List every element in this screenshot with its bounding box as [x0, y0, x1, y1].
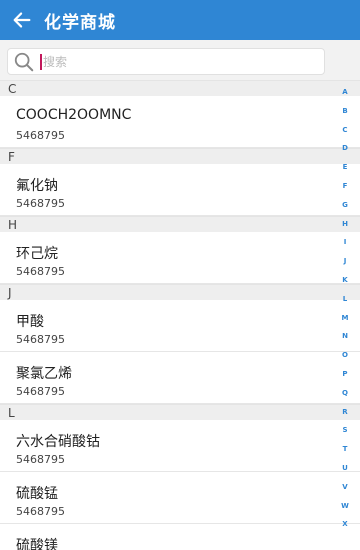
item-code: 5468795 — [16, 129, 65, 142]
list-item[interactable]: 聚氯乙烯 5468795 — [0, 352, 360, 404]
index-letter-r[interactable]: R — [339, 408, 351, 416]
list-item[interactable]: 六水合硝酸钴 5468795 — [0, 420, 360, 472]
item-name: COOCH2OOMNC — [16, 107, 132, 123]
item-code: 5468795 — [16, 505, 65, 518]
index-letter-j[interactable]: J — [339, 257, 351, 265]
index-letter-d[interactable]: D — [339, 144, 351, 152]
alphabet-index-bar[interactable]: A B C D E F G H I J K L M N O P Q R S T U V W X — [334, 88, 360, 550]
index-letter-u[interactable]: U — [339, 464, 351, 472]
index-letter-k[interactable]: K — [339, 276, 351, 284]
index-letter-q[interactable]: Q — [339, 389, 351, 397]
index-letter-o[interactable]: O — [339, 351, 351, 359]
index-letter-h[interactable]: H — [339, 220, 351, 228]
item-code: 5468795 — [16, 333, 65, 346]
index-letter-n[interactable]: N — [339, 332, 351, 340]
index-letter-m[interactable]: M — [339, 314, 351, 322]
list-item[interactable]: 硫酸锰 5468795 — [0, 472, 360, 524]
index-letter-b[interactable]: B — [339, 107, 351, 115]
item-name: 甲酸 — [16, 314, 44, 330]
index-letter-l[interactable]: L — [339, 295, 351, 303]
index-letter-w[interactable]: W — [339, 502, 351, 510]
list-item[interactable]: 氟化钠 5468795 — [0, 164, 360, 216]
app-header: 化学商城 — [0, 0, 360, 40]
index-letter-g[interactable]: G — [339, 201, 351, 209]
item-code: 5468795 — [16, 385, 65, 398]
index-letter-s[interactable]: S — [339, 426, 351, 434]
section-header-j: J — [0, 284, 360, 300]
search-input[interactable] — [43, 49, 283, 74]
list-item[interactable]: 环己烷 5468795 — [0, 232, 360, 284]
index-letter-e[interactable]: E — [339, 163, 351, 171]
list-item[interactable]: 硫酸镁 5468795 — [0, 524, 360, 550]
index-letter-f[interactable]: F — [339, 182, 351, 190]
section-header-l: L — [0, 404, 360, 420]
item-name: 六水合硝酸钴 — [16, 434, 100, 450]
section-header-c: C — [0, 80, 360, 96]
chemical-list[interactable]: C COOCH2OOMNC 5468795 F 氟化钠 5468795 H 环己… — [0, 80, 360, 550]
index-letter-a[interactable]: A — [339, 88, 351, 96]
search-box[interactable] — [7, 48, 325, 75]
section-header-h: H — [0, 216, 360, 232]
index-letter-i[interactable]: I — [339, 238, 351, 246]
index-letter-c[interactable]: C — [339, 126, 351, 134]
index-letter-p[interactable]: P — [339, 370, 351, 378]
index-letter-v[interactable]: V — [339, 483, 351, 491]
item-code: 5468795 — [16, 453, 65, 466]
item-code: 5468795 — [16, 265, 65, 278]
index-letter-t[interactable]: T — [339, 445, 351, 453]
list-item[interactable]: 甲酸 5468795 — [0, 300, 360, 352]
index-letter-x[interactable]: X — [339, 520, 351, 528]
section-header-f: F — [0, 148, 360, 164]
list-item[interactable]: COOCH2OOMNC 5468795 — [0, 96, 360, 148]
page-title: 化学商城 — [44, 12, 116, 33]
item-name: 硫酸镁 — [16, 538, 58, 550]
item-name: 聚氯乙烯 — [16, 366, 72, 382]
item-name: 硫酸锰 — [16, 486, 58, 502]
item-code: 5468795 — [16, 197, 65, 210]
item-name: 氟化钠 — [16, 178, 58, 194]
search-icon — [12, 50, 36, 74]
arrow-left-icon — [13, 12, 31, 28]
text-cursor — [40, 53, 42, 70]
back-button[interactable] — [0, 0, 44, 40]
item-name: 环己烷 — [16, 246, 58, 262]
search-bar — [0, 40, 360, 80]
